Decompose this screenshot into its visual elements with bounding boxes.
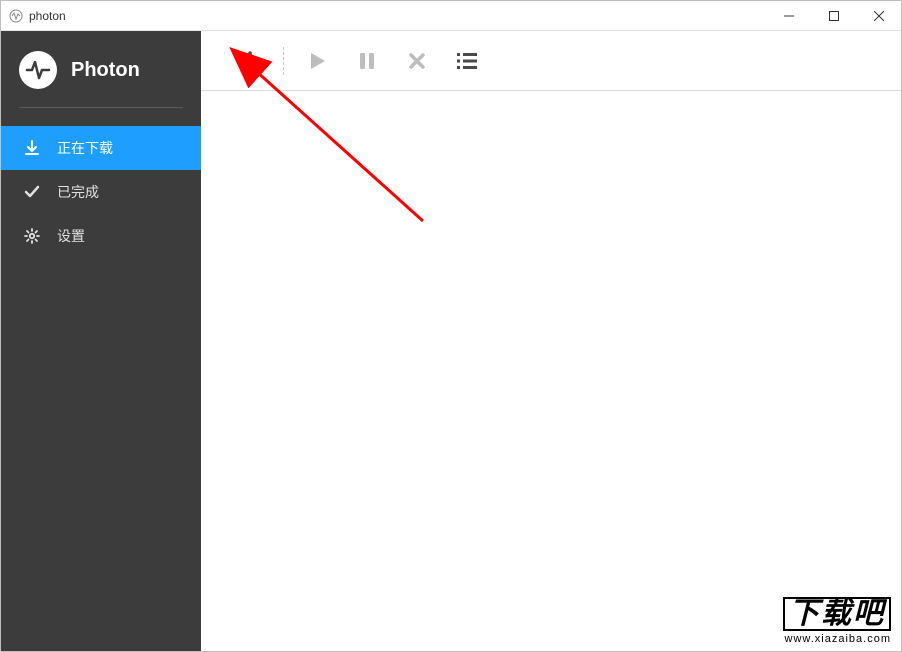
play-icon (306, 50, 328, 72)
brand-logo (19, 51, 57, 89)
content (201, 31, 901, 651)
gear-icon (23, 227, 41, 245)
list-icon (456, 51, 478, 71)
window-title: photon (29, 9, 66, 23)
add-button[interactable] (225, 41, 275, 81)
close-button[interactable] (856, 1, 901, 30)
nav-item-completed[interactable]: 已完成 (1, 170, 201, 214)
close-icon (874, 11, 884, 21)
nav-label: 设置 (57, 226, 85, 246)
watermark-text: 下载吧 (783, 597, 891, 631)
app-body: Photon 正在下载 已完成 (1, 31, 901, 651)
watermark: 下载吧 www.xiazaiba.com (783, 597, 891, 645)
check-icon (23, 183, 41, 201)
play-button[interactable] (292, 41, 342, 81)
pause-icon (357, 51, 377, 71)
pulse-icon (25, 57, 51, 83)
nav-item-settings[interactable]: 设置 (1, 214, 201, 258)
toolbar (201, 31, 901, 91)
window-controls (766, 1, 901, 30)
brand-divider (19, 107, 183, 108)
app-icon (9, 9, 23, 23)
toolbar-separator (283, 47, 284, 75)
maximize-icon (829, 11, 839, 21)
minimize-icon (784, 11, 794, 21)
app-window: photon Photon (0, 0, 902, 652)
nav: 正在下载 已完成 设置 (1, 126, 201, 258)
nav-item-downloading[interactable]: 正在下载 (1, 126, 201, 170)
list-button[interactable] (442, 41, 492, 81)
watermark-url: www.xiazaiba.com (783, 633, 891, 645)
titlebar-left: photon (9, 9, 66, 23)
pause-button[interactable] (342, 41, 392, 81)
sidebar: Photon 正在下载 已完成 (1, 31, 201, 651)
plus-icon (239, 50, 261, 72)
x-icon (408, 52, 426, 70)
delete-button[interactable] (392, 41, 442, 81)
maximize-button[interactable] (811, 1, 856, 30)
nav-label: 已完成 (57, 182, 99, 202)
titlebar: photon (1, 1, 901, 31)
brand-name: Photon (71, 59, 140, 82)
nav-label: 正在下载 (57, 138, 113, 158)
minimize-button[interactable] (766, 1, 811, 30)
brand: Photon (1, 31, 201, 107)
download-icon (23, 139, 41, 157)
download-list-area (201, 91, 901, 651)
